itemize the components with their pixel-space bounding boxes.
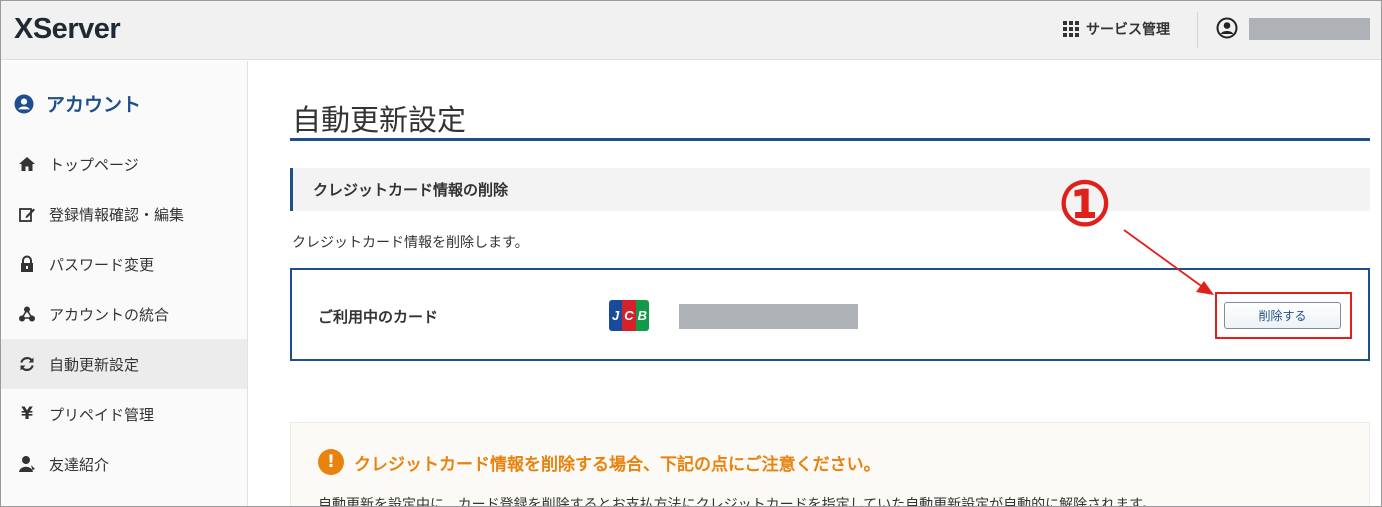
sidebar-item-label: プリペイド管理	[49, 405, 155, 424]
jcb-letter-b: B	[635, 300, 649, 331]
warning-icon: !	[318, 449, 344, 475]
sidebar-item-auto-renewal[interactable]: 自動更新設定	[0, 339, 247, 389]
sidebar-title-label: アカウント	[46, 94, 142, 116]
grid-icon	[1063, 21, 1079, 37]
sidebar-item-password[interactable]: パスワード変更	[0, 239, 247, 289]
account-name-masked[interactable]	[1249, 18, 1370, 40]
notice-title-text: クレジットカード情報を削除する場合、下記の点にご注意ください。	[354, 454, 881, 475]
user-circle-icon[interactable]	[1216, 17, 1238, 39]
refresh-icon	[18, 355, 36, 373]
sidebar-item-account-merge[interactable]: アカウントの統合	[0, 289, 247, 339]
section-title: クレジットカード情報の削除	[313, 181, 509, 199]
sidebar-item-label: 登録情報確認・編集	[49, 205, 185, 224]
sidebar-item-prepaid[interactable]: ¥ プリペイド管理	[0, 389, 247, 439]
notice-title: ! クレジットカード情報を削除する場合、下記の点にご注意ください。	[318, 449, 881, 475]
sidebar-item-label: 友達紹介	[49, 455, 110, 474]
current-card-label: ご利用中のカード	[318, 308, 439, 326]
sidebar-item-label: トップページ	[49, 155, 139, 174]
delete-card-button[interactable]: 削除する	[1224, 302, 1341, 329]
top-header: XServer サービス管理	[0, 0, 1382, 60]
service-menu-button[interactable]: サービス管理	[1063, 18, 1170, 40]
title-underline	[290, 138, 1370, 141]
sidebar-title: アカウント	[14, 90, 141, 117]
section-header: クレジットカード情報の削除	[290, 168, 1370, 211]
card-number-masked	[679, 304, 858, 329]
edit-icon	[18, 205, 36, 223]
sidebar-item-top-page[interactable]: トップページ	[0, 139, 247, 189]
jcb-logo-icon: J C B	[609, 300, 649, 331]
home-icon	[18, 155, 36, 173]
notice-body: 自動更新を設定中に、カード登録を削除するとお支払方法にクレジットカードを指定して…	[318, 497, 1156, 507]
xserver-logo[interactable]: XServer	[14, 13, 121, 46]
yen-icon: ¥	[21, 404, 33, 424]
annotation-marker: ①	[1058, 170, 1112, 240]
sidebar-item-referral[interactable]: 友達紹介	[0, 439, 247, 489]
header-divider	[1197, 12, 1198, 48]
person-icon	[18, 455, 36, 473]
service-menu-label: サービス管理	[1086, 22, 1170, 38]
page-title: 自動更新設定	[292, 103, 467, 137]
lock-icon	[18, 255, 36, 273]
jcb-letter-j: J	[609, 300, 623, 331]
jcb-letter-c: C	[622, 300, 636, 331]
user-circle-icon	[14, 94, 34, 113]
sidebar-item-label: パスワード変更	[49, 255, 155, 274]
sidebar-item-label: 自動更新設定	[49, 355, 140, 374]
sidebar: アカウント トップページ 登録情報確認・編集 パスワード変更 アカウントの統合 …	[0, 61, 248, 507]
sidebar-item-account-info[interactable]: 登録情報確認・編集	[0, 189, 247, 239]
section-description: クレジットカード情報を削除します。	[292, 235, 529, 251]
sidebar-item-label: アカウントの統合	[49, 305, 170, 324]
share-nodes-icon	[18, 305, 36, 323]
